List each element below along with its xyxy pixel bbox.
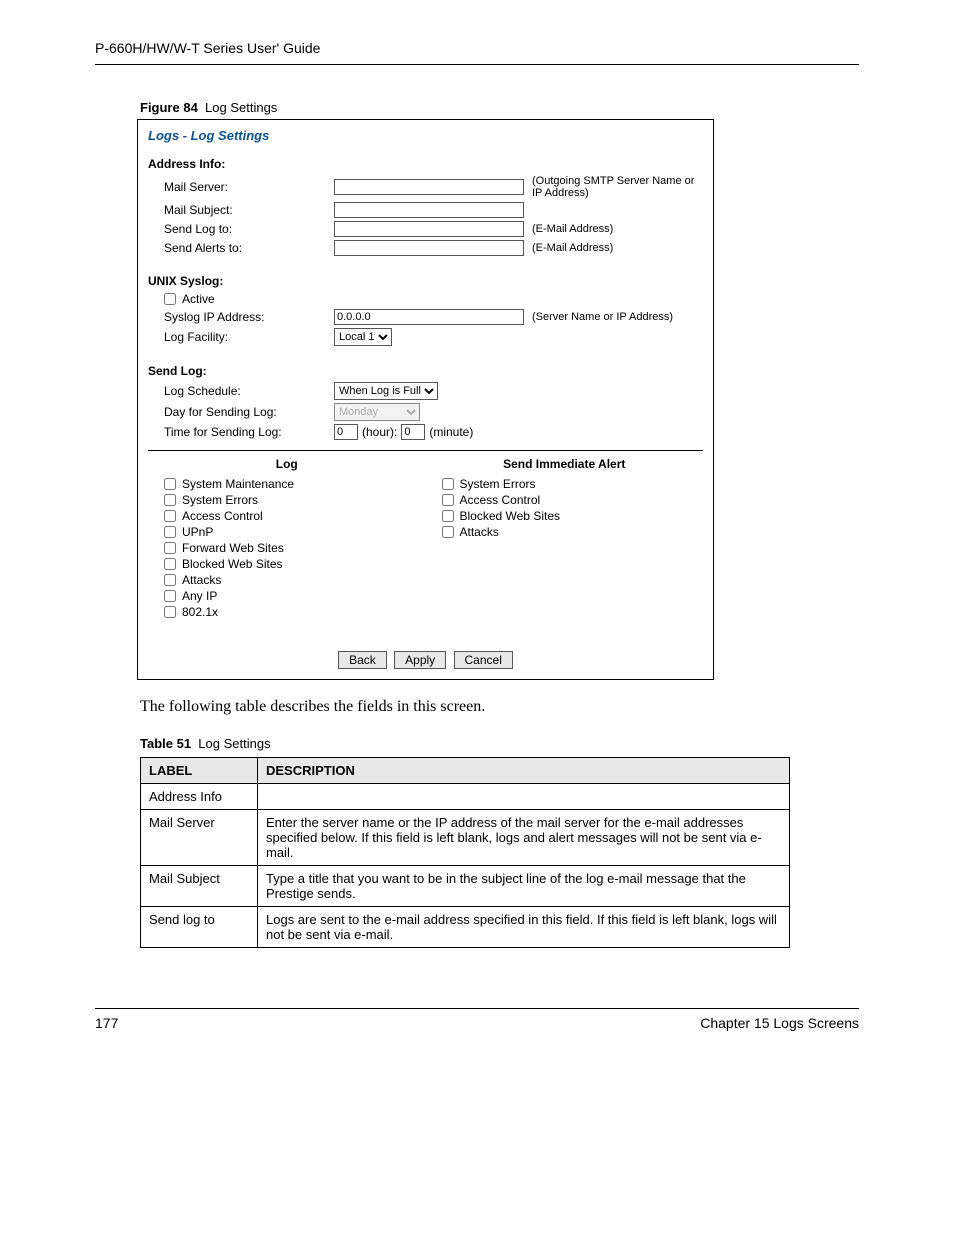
log-label: 802.1x bbox=[182, 605, 218, 619]
log-facility-select[interactable]: Local 1 bbox=[334, 328, 392, 346]
th-label: LABEL bbox=[141, 758, 258, 784]
send-alerts-to-hint: (E-Mail Address) bbox=[532, 242, 613, 254]
log-label: Access Control bbox=[182, 509, 263, 523]
table-row: Address Info bbox=[141, 784, 790, 810]
log-cb-forward-web-sites[interactable] bbox=[164, 542, 176, 554]
log-cb-8021x[interactable] bbox=[164, 606, 176, 618]
unix-syslog-header: UNIX Syslog: bbox=[148, 274, 703, 288]
alert-label: Blocked Web Sites bbox=[460, 509, 561, 523]
alert-cb-access-control[interactable] bbox=[442, 494, 454, 506]
log-settings-table: LABEL DESCRIPTION Address Info Mail Serv… bbox=[140, 757, 790, 948]
panel-title: Logs - Log Settings bbox=[148, 128, 703, 143]
hour-input[interactable] bbox=[334, 424, 358, 440]
cell-label: Send log to bbox=[141, 907, 258, 948]
send-log-to-hint: (E-Mail Address) bbox=[532, 223, 613, 235]
chapter-name: Chapter 15 Logs Screens bbox=[700, 1015, 859, 1031]
minute-input[interactable] bbox=[401, 424, 425, 440]
table-row: Mail SubjectType a title that you want t… bbox=[141, 866, 790, 907]
cell-label: Address Info bbox=[141, 784, 258, 810]
mail-server-label: Mail Server: bbox=[148, 180, 334, 194]
syslog-ip-hint: (Server Name or IP Address) bbox=[532, 311, 673, 323]
time-sending-label: Time for Sending Log: bbox=[148, 425, 334, 439]
page-footer: 177 Chapter 15 Logs Screens bbox=[95, 1008, 859, 1031]
cell-desc: Type a title that you want to be in the … bbox=[258, 866, 790, 907]
apply-button[interactable]: Apply bbox=[394, 651, 446, 669]
log-cb-blocked-web-sites[interactable] bbox=[164, 558, 176, 570]
day-sending-label: Day for Sending Log: bbox=[148, 405, 334, 419]
log-schedule-label: Log Schedule: bbox=[148, 384, 334, 398]
log-label: Attacks bbox=[182, 573, 221, 587]
log-schedule-select[interactable]: When Log is Full bbox=[334, 382, 438, 400]
mail-subject-input[interactable] bbox=[334, 202, 524, 218]
figure-caption: Figure 84 Log Settings bbox=[140, 100, 894, 115]
mail-server-input[interactable] bbox=[334, 179, 524, 195]
figure-num: Figure 84 bbox=[140, 100, 198, 115]
body-text: The following table describes the fields… bbox=[140, 698, 894, 716]
figure-title: Log Settings bbox=[205, 100, 277, 115]
syslog-ip-input[interactable] bbox=[334, 309, 524, 325]
send-log-to-input[interactable] bbox=[334, 221, 524, 237]
cell-label: Mail Server bbox=[141, 810, 258, 866]
log-cb-attacks[interactable] bbox=[164, 574, 176, 586]
cell-desc: Enter the server name or the IP address … bbox=[258, 810, 790, 866]
alert-label: System Errors bbox=[460, 477, 536, 491]
hour-unit: (hour): bbox=[362, 425, 397, 439]
mail-subject-label: Mail Subject: bbox=[148, 203, 334, 217]
cancel-button[interactable]: Cancel bbox=[454, 651, 513, 669]
table-row: Mail ServerEnter the server name or the … bbox=[141, 810, 790, 866]
send-alerts-to-label: Send Alerts to: bbox=[148, 241, 334, 255]
send-alerts-to-input[interactable] bbox=[334, 240, 524, 256]
active-label: Active bbox=[182, 292, 215, 306]
cell-label: Mail Subject bbox=[141, 866, 258, 907]
table-num: Table 51 bbox=[140, 736, 191, 751]
page-header: P-660H/HW/W-T Series User' Guide bbox=[95, 40, 859, 65]
alert-label: Access Control bbox=[460, 493, 541, 507]
log-facility-label: Log Facility: bbox=[148, 330, 334, 344]
table-caption: Table 51 Log Settings bbox=[140, 736, 894, 751]
log-settings-screenshot: Logs - Log Settings Address Info: Mail S… bbox=[137, 119, 714, 680]
alert-cb-system-errors[interactable] bbox=[442, 478, 454, 490]
th-desc: DESCRIPTION bbox=[258, 758, 790, 784]
log-label: Blocked Web Sites bbox=[182, 557, 283, 571]
send-log-to-label: Send Log to: bbox=[148, 222, 334, 236]
alert-cb-blocked-web-sites[interactable] bbox=[442, 510, 454, 522]
log-label: Any IP bbox=[182, 589, 217, 603]
cell-desc bbox=[258, 784, 790, 810]
alert-column-header: Send Immediate Alert bbox=[426, 457, 704, 471]
log-cb-upnp[interactable] bbox=[164, 526, 176, 538]
log-cb-any-ip[interactable] bbox=[164, 590, 176, 602]
log-label: System Errors bbox=[182, 493, 258, 507]
table-title: Log Settings bbox=[198, 736, 270, 751]
send-log-header: Send Log: bbox=[148, 364, 703, 378]
log-cb-system-errors[interactable] bbox=[164, 494, 176, 506]
alert-cb-attacks[interactable] bbox=[442, 526, 454, 538]
address-info-header: Address Info: bbox=[148, 157, 703, 171]
alert-label: Attacks bbox=[460, 525, 499, 539]
log-label: Forward Web Sites bbox=[182, 541, 284, 555]
back-button[interactable]: Back bbox=[338, 651, 387, 669]
log-label: UPnP bbox=[182, 525, 213, 539]
cell-desc: Logs are sent to the e-mail address spec… bbox=[258, 907, 790, 948]
table-row: Send log toLogs are sent to the e-mail a… bbox=[141, 907, 790, 948]
day-sending-select[interactable]: Monday bbox=[334, 403, 420, 421]
log-cb-access-control[interactable] bbox=[164, 510, 176, 522]
log-label: System Maintenance bbox=[182, 477, 294, 491]
syslog-ip-label: Syslog IP Address: bbox=[148, 310, 334, 324]
log-column-header: Log bbox=[148, 457, 426, 471]
active-checkbox[interactable] bbox=[164, 293, 176, 305]
page-number: 177 bbox=[95, 1015, 118, 1031]
mail-server-hint: (Outgoing SMTP Server Name or IP Address… bbox=[532, 175, 703, 199]
log-cb-system-maintenance[interactable] bbox=[164, 478, 176, 490]
minute-unit: (minute) bbox=[429, 425, 473, 439]
